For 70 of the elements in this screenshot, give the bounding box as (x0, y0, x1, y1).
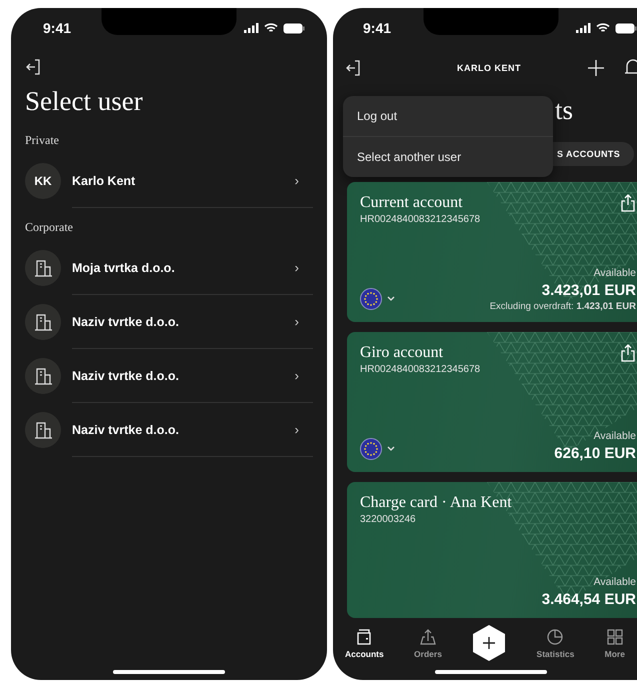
user-name: Naziv tvrtke d.o.o. (72, 422, 179, 436)
account-number: HR0024840083212345678 (360, 214, 480, 225)
user-row[interactable]: Moja tvrtka d.o.o. › (25, 241, 313, 295)
nav-tab[interactable]: Statistics (536, 628, 574, 658)
flag-icon (360, 288, 382, 310)
wallet-icon (355, 628, 374, 646)
signal-icon (244, 23, 259, 33)
available-label: Available (594, 267, 636, 279)
flag-icon (360, 438, 382, 460)
menu-item[interactable]: Select another user (343, 136, 553, 177)
wifi-icon (596, 23, 610, 33)
account-name: Giro account (360, 344, 444, 362)
user-row[interactable]: Naziv tvrtke d.o.o. › (25, 403, 313, 457)
balance-amount: 3.423,01 EUR (542, 282, 636, 299)
account-card[interactable]: Current account HR0024840083212345678 Available 3.423,01 EUR Excluding overdraft: 1.423,01 EUR (347, 182, 637, 322)
wifi-icon (264, 23, 278, 33)
account-card[interactable]: Giro account HR0024840083212345678 Available 626,10 EUR (347, 332, 637, 472)
user-row[interactable]: Naziv tvrtke d.o.o. › (25, 295, 313, 349)
status-time: 9:41 (363, 20, 392, 36)
share-icon[interactable] (620, 194, 636, 212)
page-title: Select user (25, 86, 144, 117)
user-row[interactable]: Naziv tvrtke d.o.o. › (25, 349, 313, 403)
available-label: Available (594, 430, 636, 442)
account-name: Charge card · Ana Kent (360, 494, 512, 512)
battery-icon (283, 22, 305, 34)
balance-amount: 626,10 EUR (554, 445, 636, 462)
user-name: Naziv tvrtke d.o.o. (72, 314, 179, 328)
user-name: Karlo Kent (72, 174, 136, 188)
nav-tab[interactable]: Accounts (345, 628, 384, 658)
available-label: Available (594, 576, 636, 588)
upload-icon (418, 628, 437, 646)
user-name: Naziv tvrtke d.o.o. (72, 368, 179, 382)
pie-chart-icon (546, 628, 564, 646)
chevron: › (294, 260, 299, 275)
chevron: › (294, 173, 299, 188)
section-heading: Corporate (25, 220, 74, 235)
currency-selector[interactable] (360, 288, 395, 310)
header-title: KARLO KENT (456, 63, 522, 73)
tab-button[interactable]: S ACCOUNTS (553, 142, 634, 166)
add-button[interactable] (472, 624, 506, 662)
account-number: 3220003246 (360, 514, 417, 525)
nav-tab[interactable]: More (604, 628, 625, 658)
account-name: Current account (360, 194, 464, 212)
battery-icon (615, 22, 637, 34)
section-heading: Private (25, 133, 60, 148)
nav-label: Orders (414, 648, 442, 658)
overdraft-note: Excluding overdraft: 1.423,01 EUR (490, 301, 636, 312)
chevron: › (294, 422, 299, 437)
chevron: › (294, 314, 299, 329)
currency-selector[interactable] (360, 438, 395, 460)
share-icon[interactable] (620, 344, 636, 362)
nav-label: Statistics (536, 648, 574, 658)
account-card[interactable]: Charge card · Ana Kent 3220003246 Available 3.464,54 EUR (347, 482, 637, 618)
chevron-down-icon (387, 446, 395, 452)
nav-label: More (604, 648, 625, 658)
user-name: Moja tvrtka d.o.o. (72, 260, 175, 274)
menu-item[interactable]: Log out (343, 96, 553, 136)
balance-amount: 3.464,54 EUR (542, 591, 636, 608)
page-title: ts (555, 94, 574, 126)
nav-label: Accounts (345, 648, 384, 658)
nav-tab[interactable]: Orders (414, 628, 442, 658)
user-row[interactable]: KK Karlo Kent › (25, 154, 313, 208)
chevron: › (294, 368, 299, 383)
chevron-down-icon (387, 296, 395, 302)
grid-icon (606, 628, 624, 646)
initials-avatar: KK (25, 163, 61, 199)
status-time: 9:41 (43, 20, 72, 36)
account-number: HR0024840083212345678 (360, 364, 480, 375)
plus-icon[interactable] (587, 59, 605, 77)
signal-icon (576, 23, 591, 33)
